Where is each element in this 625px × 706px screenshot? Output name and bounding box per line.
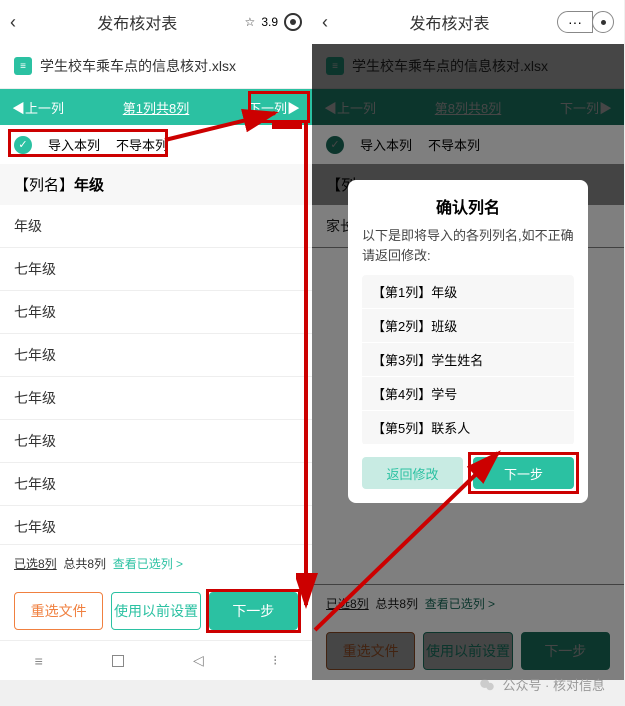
reselect-file-button[interactable]: 重选文件: [326, 632, 415, 670]
next-step-button[interactable]: 下一步: [521, 632, 610, 670]
header: ‹ 发布核对表 ···: [312, 0, 624, 44]
dialog-cancel-button[interactable]: 返回修改: [362, 457, 463, 489]
list-item[interactable]: 七年级: [0, 420, 312, 463]
dialog-list-item: 【第3列】学生姓名: [362, 343, 574, 377]
reselect-file-button[interactable]: 重选文件: [14, 592, 103, 630]
column-indicator[interactable]: 第8列共8列: [388, 98, 548, 117]
file-name: 学生校车乘车点的信息核对.xlsx: [352, 56, 548, 76]
more-icon[interactable]: ⁝: [273, 652, 277, 669]
column-name: 年级: [74, 177, 104, 194]
header: ‹ 发布核对表 ☆ 3.9: [0, 0, 312, 44]
target-icon[interactable]: [284, 13, 302, 31]
page-title: 发布核对表: [30, 10, 245, 34]
dialog-list-item: 【第2列】班级: [362, 309, 574, 343]
dialog-list-item: 【第4列】学号: [362, 377, 574, 411]
import-options: ✓ 导入本列 不导本列: [312, 125, 624, 164]
view-selected-link[interactable]: 查看已选列 >: [425, 597, 495, 611]
prev-column-button[interactable]: ◀上一列: [312, 89, 388, 125]
import-yes-option[interactable]: 导入本列: [360, 135, 412, 154]
phone-right-screen: ‹ 发布核对表 ··· ≡ 学生校车乘车点的信息核对.xlsx ◀上一列 第8列…: [312, 0, 624, 680]
next-step-button[interactable]: 下一步: [209, 592, 298, 630]
phone-left-screen: ‹ 发布核对表 ☆ 3.9 ≡ 学生校车乘车点的信息核对.xlsx ◀上一列 第…: [0, 0, 312, 680]
use-prev-settings-button[interactable]: 使用以前设置: [111, 592, 200, 630]
dialog-list-item: 【第1列】年级: [362, 275, 574, 309]
file-bar: ≡ 学生校车乘车点的信息核对.xlsx: [0, 44, 312, 89]
prev-column-button[interactable]: ◀上一列: [0, 89, 76, 125]
list-item[interactable]: 年级: [0, 205, 312, 248]
import-yes-option[interactable]: 导入本列: [48, 135, 100, 154]
dialog-ok-button[interactable]: 下一步: [473, 457, 574, 489]
column-nav: ◀上一列 第8列共8列 下一列▶: [312, 89, 624, 125]
column-title-row[interactable]: 【列名】年级: [0, 164, 312, 205]
view-selected-link[interactable]: 查看已选列 >: [113, 557, 183, 571]
list-item[interactable]: 七年级: [0, 334, 312, 377]
watermark: 公众号 · 核对信息: [478, 675, 605, 694]
dialog-title: 确认列名: [362, 194, 574, 218]
file-bar: ≡ 学生校车乘车点的信息核对.xlsx: [312, 44, 624, 89]
xlsx-icon: ≡: [14, 57, 32, 75]
file-name: 学生校车乘车点的信息核对.xlsx: [40, 56, 236, 76]
import-no-option[interactable]: 不导本列: [116, 135, 168, 154]
more-menu-button[interactable]: ···: [557, 11, 593, 33]
next-column-button[interactable]: 下一列▶: [236, 89, 312, 125]
list-item[interactable]: 七年级: [0, 463, 312, 506]
dialog-column-list: 【第1列】年级 【第2列】班级 【第3列】学生姓名 【第4列】学号 【第5列】联…: [362, 275, 574, 445]
list-item[interactable]: 七年级: [0, 291, 312, 334]
page-title: 发布核对表: [342, 10, 557, 34]
selection-info: 已选8列 总共8列 查看已选列 >: [312, 584, 624, 622]
menu-icon[interactable]: ≡: [35, 653, 43, 669]
import-no-option[interactable]: 不导本列: [428, 135, 480, 154]
home-icon[interactable]: [112, 655, 124, 667]
wechat-icon: [478, 676, 496, 694]
bottom-buttons: 重选文件 使用以前设置 下一步: [0, 582, 312, 640]
data-list: 年级 七年级 七年级 七年级 七年级 七年级 七年级 七年级 共20行 *点数据…: [0, 205, 312, 544]
dialog-list-item: 【第5列】联系人: [362, 411, 574, 445]
star-icon: ☆: [245, 15, 256, 29]
column-indicator[interactable]: 第1列共8列: [76, 98, 236, 117]
import-options: ✓ 导入本列 不导本列: [0, 125, 312, 164]
list-item[interactable]: 七年级: [0, 377, 312, 420]
close-button[interactable]: [592, 11, 614, 33]
xlsx-icon: ≡: [326, 57, 344, 75]
system-nav: ≡ ◁ ⁝: [0, 640, 312, 680]
back-nav-icon[interactable]: ◁: [193, 652, 204, 669]
column-nav: ◀上一列 第1列共8列 下一列▶: [0, 89, 312, 125]
list-item[interactable]: 七年级: [0, 506, 312, 544]
next-column-button[interactable]: 下一列▶: [548, 89, 624, 125]
list-item[interactable]: 七年级: [0, 248, 312, 291]
use-prev-settings-button[interactable]: 使用以前设置: [423, 632, 512, 670]
confirm-dialog: 确认列名 以下是即将导入的各列列名,如不正确请返回修改: 【第1列】年级 【第2…: [348, 180, 588, 503]
back-icon[interactable]: ‹: [322, 12, 342, 33]
rating-value: 3.9: [261, 15, 278, 29]
selection-info: 已选8列 总共8列 查看已选列 >: [0, 544, 312, 582]
dialog-buttons: 返回修改 下一步: [362, 457, 574, 489]
bottom-buttons: 重选文件 使用以前设置 下一步: [312, 622, 624, 680]
check-icon: ✓: [326, 136, 344, 154]
dialog-description: 以下是即将导入的各列列名,如不正确请返回修改:: [362, 226, 574, 265]
back-icon[interactable]: ‹: [10, 12, 30, 33]
check-icon: ✓: [14, 136, 32, 154]
